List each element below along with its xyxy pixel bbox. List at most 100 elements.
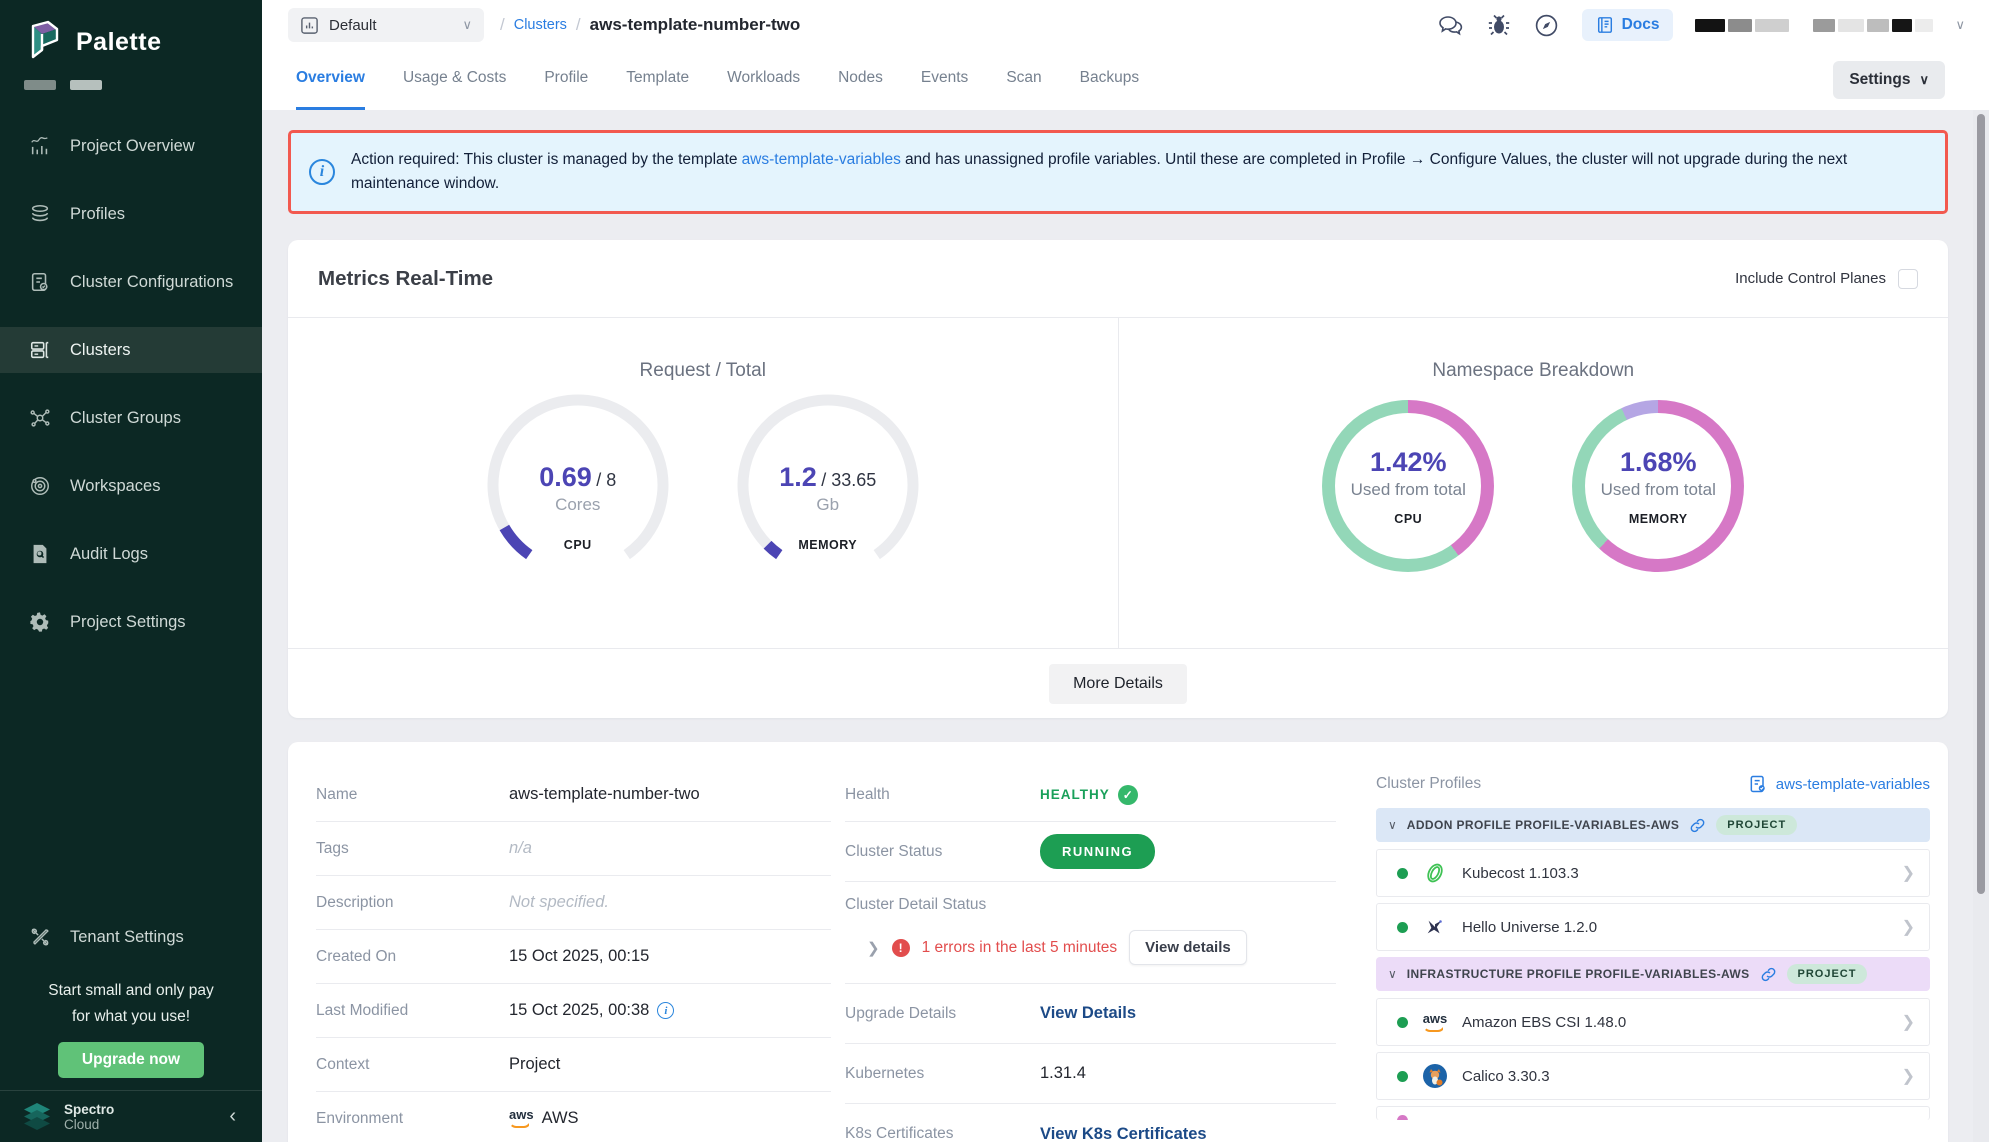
pack-row-amazon-ebs-csi[interactable]: aws Amazon EBS CSI 1.48.0 ❯ — [1376, 998, 1930, 1046]
tab-overview[interactable]: Overview — [296, 69, 365, 110]
pack-status-dot — [1397, 922, 1408, 933]
tab-backups[interactable]: Backups — [1080, 69, 1139, 110]
settings-button[interactable]: Settings ∨ — [1833, 61, 1945, 99]
breadcrumb-clusters-link[interactable]: Clusters — [514, 17, 567, 33]
view-details-button[interactable]: View details — [1129, 930, 1247, 965]
docs-button[interactable]: Docs — [1582, 9, 1674, 41]
metrics-card-footer: More Details — [288, 648, 1948, 718]
memory-donut-chart: 1.68% Used from total MEMORY — [1572, 400, 1744, 572]
pack-row-partial[interactable] — [1376, 1106, 1930, 1120]
compass-icon[interactable] — [1534, 12, 1560, 38]
cpu-gauge-label: CPU — [483, 538, 673, 552]
cpu-total-value: 8 — [606, 470, 616, 490]
workspaces-icon — [28, 474, 52, 498]
sidebar-item-audit-logs[interactable]: Audit Logs — [0, 531, 262, 577]
k8s-certificates-row: K8s Certificates View K8s Certificates — [845, 1104, 1336, 1142]
cluster-profiles-column: Cluster Profiles aws-template-variables … — [1376, 768, 1938, 1142]
memory-unit: Gb — [733, 495, 923, 515]
gear-icon — [28, 610, 52, 634]
cluster-profiles-header: Cluster Profiles aws-template-variables — [1376, 774, 1930, 794]
more-details-button[interactable]: More Details — [1049, 664, 1187, 704]
upgrade-now-button[interactable]: Upgrade now — [58, 1042, 204, 1078]
sidebar-item-project-settings[interactable]: Project Settings — [0, 599, 262, 645]
redacted-username — [1695, 19, 1933, 32]
tab-scan[interactable]: Scan — [1006, 69, 1041, 110]
include-control-planes-checkbox[interactable] — [1898, 269, 1918, 289]
chevron-down-icon: ∨ — [1919, 72, 1929, 88]
alert-template-link[interactable]: aws-template-variables — [742, 151, 901, 168]
breadcrumb-separator: / — [576, 15, 581, 35]
redacted-block — [1728, 19, 1752, 32]
tab-template[interactable]: Template — [626, 69, 689, 110]
docs-label: Docs — [1622, 16, 1660, 34]
memory-request-value: 1.2 — [779, 462, 817, 492]
sidebar-item-clusters[interactable]: Clusters — [0, 327, 262, 373]
metrics-card-header: Metrics Real-Time Include Control Planes — [288, 240, 1948, 318]
cpu-gauge: 0.69 / 8 Cores CPU — [483, 390, 673, 580]
environment-value: AWS — [542, 1109, 579, 1128]
project-overview-icon — [28, 134, 52, 158]
sidebar-item-tenant-settings[interactable]: Tenant Settings — [0, 914, 262, 960]
view-k8s-certificates-link[interactable]: View K8s Certificates — [1040, 1125, 1207, 1142]
addon-profile-group-header[interactable]: ∨ ADDON PROFILE PROFILE-VARIABLES-AWS PR… — [1376, 808, 1930, 842]
namespace-breakdown-title: Namespace Breakdown — [1119, 318, 1949, 382]
detail-row-context: Context Project — [316, 1038, 831, 1092]
infrastructure-profile-group-header[interactable]: ∨ INFRASTRUCTURE PROFILE PROFILE-VARIABL… — [1376, 957, 1930, 991]
tabbar: Overview Usage & Costs Profile Template … — [262, 50, 1989, 110]
redacted-block — [1813, 19, 1835, 32]
detail-row-environment: Environment aws AWS — [316, 1092, 831, 1142]
promo-line1: Start small and only pay — [0, 978, 262, 1004]
include-control-planes: Include Control Planes — [1735, 269, 1918, 289]
project-selector[interactable]: Default ∨ — [288, 8, 484, 42]
info-icon[interactable]: i — [657, 1002, 674, 1019]
expand-errors-chevron-icon[interactable]: ❯ — [867, 939, 880, 957]
upgrade-promo: Start small and only pay for what you us… — [0, 978, 262, 1078]
sidebar-item-label: Audit Logs — [70, 545, 148, 564]
sidebar-item-label: Profiles — [70, 205, 125, 224]
healthy-check-icon: ✓ — [1118, 785, 1138, 805]
sidebar-item-profiles[interactable]: Profiles — [0, 191, 262, 237]
chevron-down-icon: ∨ — [1388, 818, 1397, 832]
aws-logo: aws — [509, 1109, 534, 1128]
kubernetes-version-value: 1.31.4 — [1040, 1064, 1086, 1083]
detail-row-created-on: Created On 15 Oct 2025, 00:15 — [316, 930, 831, 984]
template-doc-icon — [1748, 774, 1768, 794]
template-profile-link[interactable]: aws-template-variables — [1748, 774, 1930, 794]
app-title: Palette — [76, 28, 161, 57]
project-badge: PROJECT — [1787, 964, 1868, 984]
audit-logs-icon — [28, 542, 52, 566]
redacted-block — [24, 80, 56, 90]
bug-report-icon[interactable] — [1486, 12, 1512, 38]
page-scrollbar-track[interactable] — [1973, 110, 1989, 1142]
cpu-used-percent: 1.42% — [1370, 447, 1447, 478]
chat-icon[interactable] — [1438, 12, 1464, 38]
pack-row-hello-universe[interactable]: Hello Universe 1.2.0 ❯ — [1376, 903, 1930, 951]
page-scrollbar-thumb[interactable] — [1977, 114, 1985, 894]
sidebar-item-cluster-groups[interactable]: Cluster Groups — [0, 395, 262, 441]
sidebar-item-project-overview[interactable]: Project Overview — [0, 123, 262, 169]
sidebar-item-cluster-configurations[interactable]: Cluster Configurations — [0, 259, 262, 305]
request-total-panel: Request / Total 0.69 / 8 Cor — [288, 318, 1119, 648]
tab-usage-costs[interactable]: Usage & Costs — [403, 69, 506, 110]
pack-row-calico[interactable]: Calico 3.30.3 ❯ — [1376, 1052, 1930, 1100]
cluster-groups-icon — [28, 406, 52, 430]
tab-profile[interactable]: Profile — [544, 69, 588, 110]
gauges: 0.69 / 8 Cores CPU — [288, 390, 1118, 580]
created-on-value: 15 Oct 2025, 00:15 — [509, 947, 649, 966]
tab-workloads[interactable]: Workloads — [727, 69, 800, 110]
sidebar-item-workspaces[interactable]: Workspaces — [0, 463, 262, 509]
context-value: Project — [509, 1055, 560, 1074]
project-icon — [300, 16, 319, 35]
cluster-status-row: Cluster Status RUNNING — [845, 822, 1336, 882]
detail-row-description: Description Not specified. — [316, 876, 831, 930]
memory-gauge: 1.2 / 33.65 Gb MEMORY — [733, 390, 923, 580]
tab-nodes[interactable]: Nodes — [838, 69, 883, 110]
tab-events[interactable]: Events — [921, 69, 968, 110]
user-menu-chevron-icon[interactable]: ∨ — [1955, 17, 1965, 33]
upgrade-details-link[interactable]: View Details — [1040, 1004, 1136, 1023]
pack-row-kubecost[interactable]: Kubecost 1.103.3 ❯ — [1376, 849, 1930, 897]
redacted-block — [1867, 19, 1889, 32]
collapse-sidebar-icon[interactable]: ‹ — [229, 1105, 236, 1128]
sidebar-item-label: Cluster Configurations — [70, 273, 233, 292]
pack-status-dot — [1397, 1017, 1408, 1028]
